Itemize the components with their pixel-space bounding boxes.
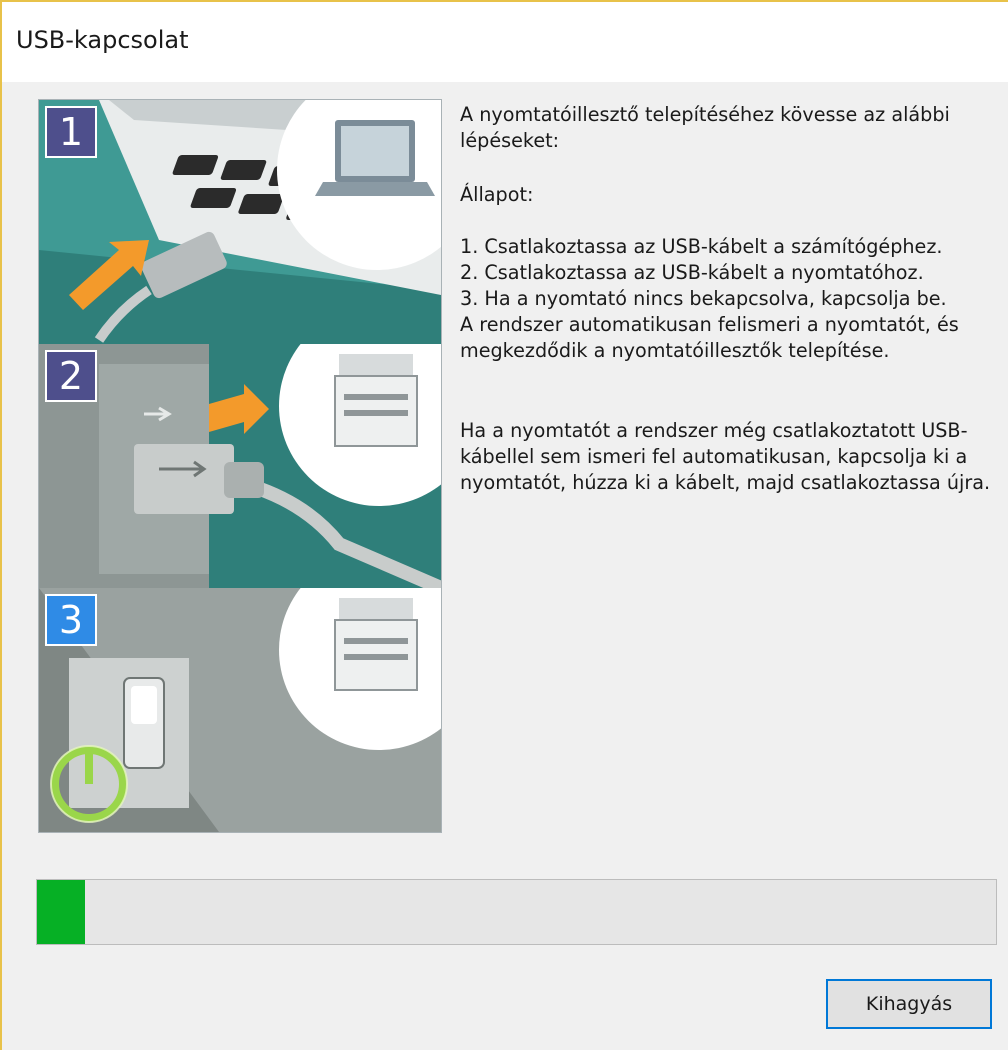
step-1-panel: 1: [39, 100, 441, 344]
step-3-panel: 3: [39, 588, 441, 832]
step-3-badge: 3: [45, 594, 97, 646]
step-3-text: 3. Ha a nyomtató nincs bekapcsolva, kapc…: [460, 287, 947, 310]
instructions-text: A nyomtatóillesztő telepítéséhez kövesse…: [460, 102, 1005, 496]
step-1-text: 1. Csatlakoztassa az USB-kábelt a számít…: [460, 235, 943, 258]
progress-fill: [37, 880, 85, 944]
step-1-badge: 1: [45, 106, 97, 158]
reconnect-note: Ha a nyomtatót a rendszer még csatlakozt…: [460, 419, 991, 494]
status-label: Állapot:: [460, 183, 534, 206]
step-2-badge: 2: [45, 350, 97, 402]
connection-steps-illustration: 1 2 3: [38, 99, 442, 833]
title-bar[interactable]: USB-kapcsolat: [2, 2, 1008, 82]
intro-text: A nyomtatóillesztő telepítéséhez kövesse…: [460, 103, 950, 152]
skip-button[interactable]: Kihagyás: [826, 979, 992, 1029]
usb-connection-dialog: USB-kapcsolat 1 2 3 A nyomtatóillesztő t…: [0, 0, 1008, 1050]
window-title: USB-kapcsolat: [16, 26, 189, 54]
step-2-text: 2. Csatlakoztassa az USB-kábelt a nyomta…: [460, 261, 924, 284]
step-2-panel: 2: [39, 344, 441, 588]
auto-detect-text: A rendszer automatikusan felismeri a nyo…: [460, 313, 959, 362]
install-progress-bar: [36, 879, 997, 945]
